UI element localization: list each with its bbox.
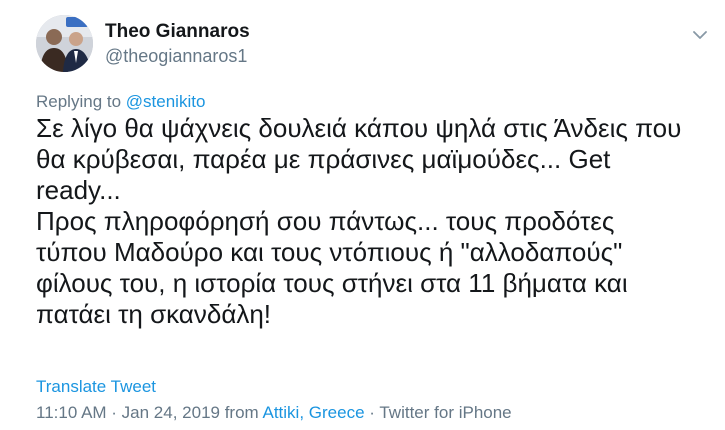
tweet-text-line: Σε λίγο θα ψάχνεις δουλειά κάπου ψηλά στ… <box>36 113 682 143</box>
tweet-card: Theo Giannaros @theogiannaros1 Replying … <box>0 0 725 430</box>
more-options-button[interactable] <box>689 24 711 46</box>
tweet-text-line: φίλους του, η ιστορία τους στήνει στα 11… <box>36 268 628 298</box>
tweet-source: Twitter for iPhone <box>379 403 512 422</box>
avatar-photo <box>36 15 93 72</box>
translate-tweet-link[interactable]: Translate Tweet <box>36 377 156 397</box>
tweet-location-link[interactable]: Attiki, Greece <box>263 403 365 422</box>
tweet-meta: 11:10 AM · Jan 24, 2019 from Attiki, Gre… <box>36 403 512 423</box>
avatar[interactable] <box>36 15 93 72</box>
author-handle[interactable]: @theogiannaros1 <box>105 46 247 67</box>
reply-mention-link[interactable]: @stenikito <box>126 92 206 111</box>
replying-to: Replying to @stenikito <box>36 92 205 112</box>
meta-separator: · <box>364 403 380 422</box>
tweet-text: Σε λίγο θα ψάχνεις δουλειά κάπου ψηλά στ… <box>36 113 716 330</box>
tweet-text-line: τύπου Μαδούρο και τους ντόπιους ή "αλλοδ… <box>36 237 623 267</box>
author-name[interactable]: Theo Giannaros <box>105 21 250 43</box>
tweet-text-line: Προς πληροφόρησή σου πάντως... τους προδ… <box>36 206 615 236</box>
tweet-timestamp[interactable]: 11:10 AM · Jan 24, 2019 from <box>36 403 263 422</box>
tweet-text-line: πατάει τη σκανδάλη! <box>36 299 272 329</box>
tweet-text-line: ready... <box>36 175 121 205</box>
chevron-down-icon <box>693 30 707 39</box>
tweet-text-line: θα κρύβεσαι, παρέα με πράσινες μαϊμούδες… <box>36 144 611 174</box>
replying-to-label: Replying to <box>36 92 126 111</box>
